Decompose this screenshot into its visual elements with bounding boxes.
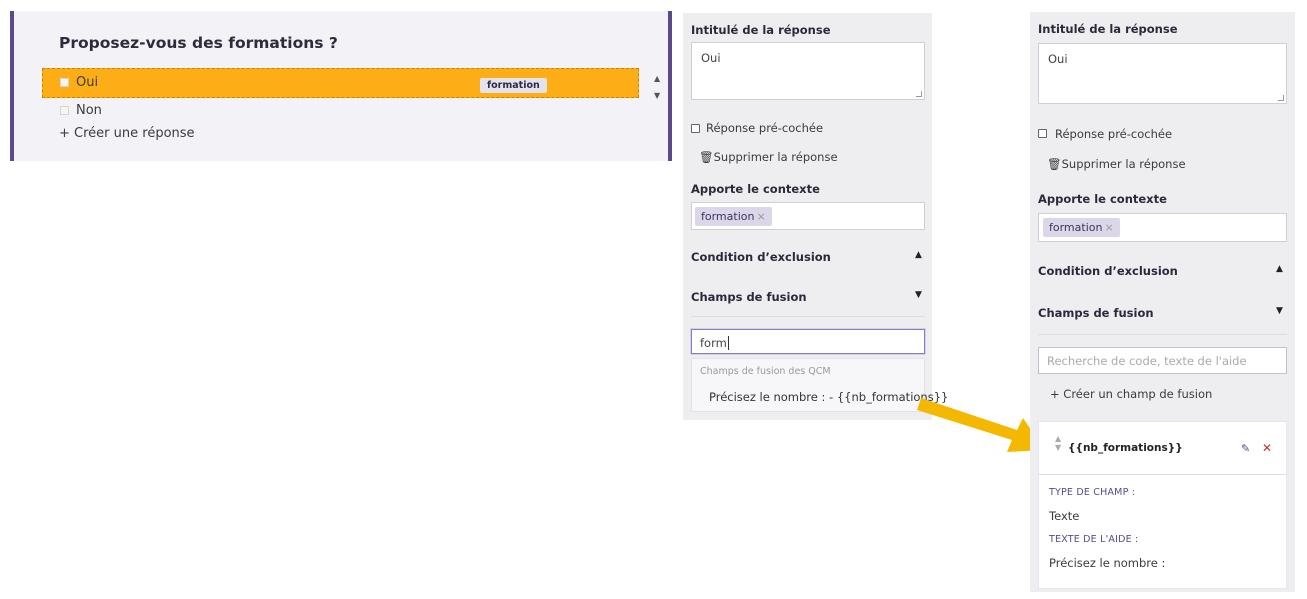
delete-answer-button[interactable]: 🗑Supprimer la réponse [699, 150, 838, 164]
caret-down-icon[interactable]: ▼ [915, 290, 922, 300]
close-icon[interactable]: ✕ [1262, 441, 1272, 455]
type-value: Texte [1049, 509, 1080, 523]
remove-chip-icon[interactable]: × [756, 210, 765, 223]
help-value: Précisez le nombre : [1049, 556, 1166, 570]
move-down-icon[interactable]: ▼ [654, 91, 660, 100]
create-answer-link[interactable]: + Créer une réponse [59, 126, 195, 141]
drag-handle-icon[interactable]: ▲ ▼ [1055, 434, 1061, 452]
fusion-section[interactable]: Champs de fusion [691, 290, 807, 304]
divider [691, 316, 925, 317]
option-non-checkbox[interactable] [60, 106, 69, 115]
dropdown-option[interactable]: Précisez le nombre : - {{nb_formations}} [709, 390, 948, 404]
option-oui-selected[interactable] [42, 68, 639, 98]
exclusion-section[interactable]: Condition d’exclusion [1038, 264, 1178, 278]
prechecked-checkbox[interactable] [691, 124, 700, 133]
option-non-label[interactable]: Non [76, 103, 102, 118]
plus-icon: + [59, 126, 70, 141]
fusion-search-input[interactable]: form [691, 329, 925, 354]
context-label: Apporte le contexte [691, 182, 820, 196]
context-tag: formation [480, 78, 547, 93]
context-chip[interactable]: formation × [1043, 218, 1120, 237]
fusion-section[interactable]: Champs de fusion [1038, 306, 1154, 320]
plus-icon: + [1050, 387, 1060, 401]
answer-label: Intitulé de la réponse [691, 23, 831, 37]
answer-label: Intitulé de la réponse [1038, 22, 1178, 36]
prechecked-label: Réponse pré-cochée [706, 121, 824, 135]
context-chip[interactable]: formation × [695, 207, 772, 226]
move-up-icon[interactable]: ▲ [654, 74, 660, 83]
fusion-field-code: {{nb_formations}} [1068, 442, 1183, 454]
trash-icon: 🗑 [699, 150, 714, 164]
remove-chip-icon[interactable]: × [1104, 221, 1113, 234]
pencil-icon[interactable]: ✎ [1241, 442, 1250, 455]
dropdown-group-label: Champs de fusion des QCM [700, 366, 831, 377]
exclusion-section[interactable]: Condition d’exclusion [691, 250, 831, 264]
trash-icon: 🗑 [1047, 157, 1062, 171]
answer-textarea[interactable]: Oui [1038, 43, 1287, 104]
delete-answer-button[interactable]: 🗑Supprimer la réponse [1047, 157, 1186, 171]
create-fusion-field-button[interactable]: + Créer un champ de fusion [1050, 387, 1212, 401]
prechecked-label: Réponse pré-cochée [1055, 127, 1173, 141]
help-label: TEXTE DE L'AIDE : [1049, 534, 1139, 545]
caret-down-icon[interactable]: ▼ [1276, 306, 1283, 316]
option-oui-label[interactable]: Oui [76, 75, 98, 90]
caret-up-icon[interactable]: ▲ [1276, 264, 1283, 274]
prechecked-checkbox[interactable] [1038, 129, 1047, 138]
answer-textarea[interactable]: Oui [691, 42, 925, 100]
divider [1038, 474, 1287, 475]
context-label: Apporte le contexte [1038, 192, 1167, 206]
divider [1038, 334, 1287, 335]
option-oui-checkbox[interactable] [60, 78, 69, 87]
type-label: TYPE DE CHAMP : [1049, 487, 1136, 498]
question-title: Proposez-vous des formations ? [59, 34, 338, 52]
fusion-search-input[interactable]: Recherche de code, texte de l'aide [1038, 347, 1287, 374]
caret-up-icon[interactable]: ▲ [915, 250, 922, 260]
